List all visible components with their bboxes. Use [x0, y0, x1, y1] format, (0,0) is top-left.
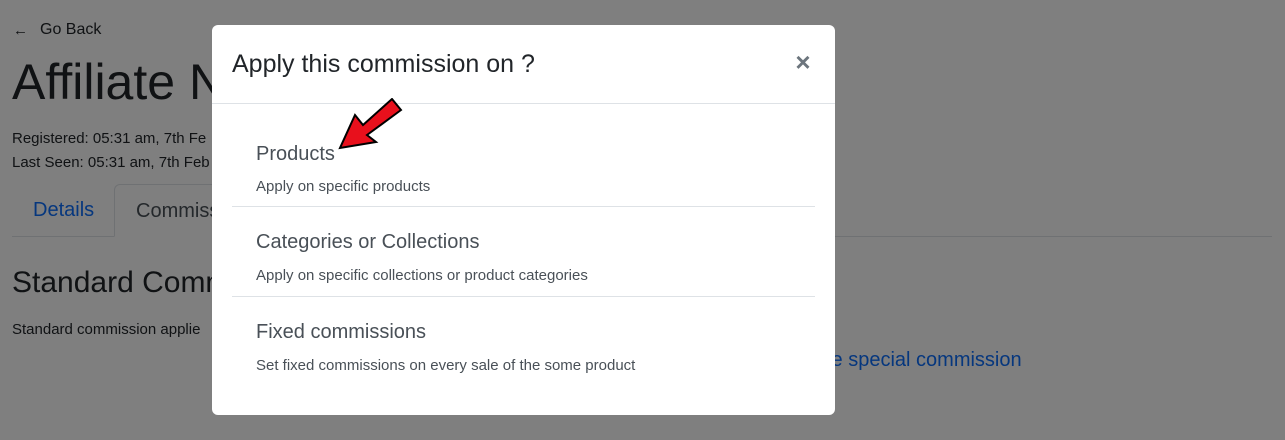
commission-modal: Apply this commission on ? × Products Ap…	[212, 25, 835, 415]
option-title: Categories or Collections	[256, 231, 480, 253]
modal-title: Apply this commission on ?	[232, 50, 535, 78]
option-categories-collections[interactable]: Categories or Collections Apply on speci…	[232, 207, 815, 297]
option-fixed-commissions[interactable]: Fixed commissions Set fixed commissions …	[232, 297, 815, 387]
close-icon[interactable]: ×	[793, 49, 813, 75]
page: ← Go Back Affiliate N Registered: 05:31 …	[0, 0, 1285, 440]
option-description: Apply on specific collections or product…	[256, 267, 588, 284]
option-products[interactable]: Products Apply on specific products	[232, 117, 815, 207]
option-title: Products	[256, 143, 335, 165]
red-arrow-icon	[338, 98, 403, 150]
option-title: Fixed commissions	[256, 321, 427, 343]
modal-header: Apply this commission on ? ×	[212, 25, 835, 104]
option-list: Products Apply on specific products Cate…	[232, 117, 815, 387]
option-description: Apply on specific products	[256, 178, 431, 195]
option-description: Set fixed commissions on every sale of t…	[256, 357, 636, 374]
